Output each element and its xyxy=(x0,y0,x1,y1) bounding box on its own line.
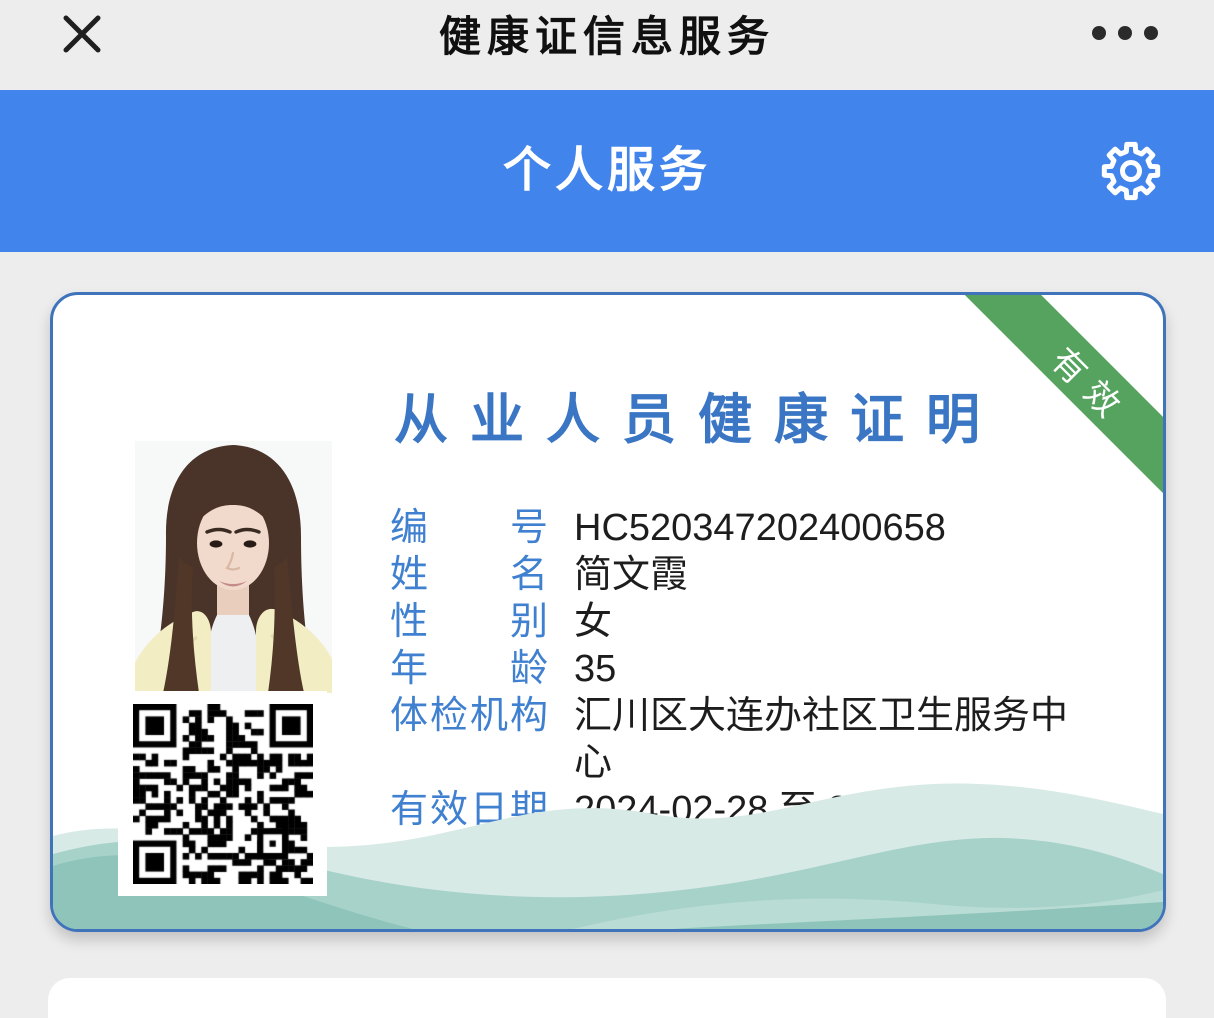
service-banner: 个人服务 xyxy=(0,90,1214,252)
portrait-photo xyxy=(135,441,332,693)
banner-title: 个人服务 xyxy=(0,90,1214,252)
page-title: 健康证信息服务 xyxy=(0,0,1214,74)
topbar: 健康证信息服务 xyxy=(0,0,1214,90)
field-label: 年龄 xyxy=(390,646,548,693)
field-value: HC520347202400658 xyxy=(574,505,1094,552)
next-card-top xyxy=(48,978,1166,1018)
field-row-name: 姓名 简文霞 xyxy=(390,552,1150,599)
qr-code-box xyxy=(118,691,327,896)
field-label: 体检机构 xyxy=(390,693,548,740)
certificate-title: 从业人员健康证明 xyxy=(333,375,1063,454)
field-value: 35 xyxy=(574,646,1094,693)
field-row-age: 年龄 35 xyxy=(390,646,1150,693)
field-label: 性别 xyxy=(390,599,548,646)
qr-code xyxy=(133,704,313,884)
more-menu-icon[interactable] xyxy=(1092,16,1158,50)
field-value: 女 xyxy=(574,599,1094,646)
field-row-gender: 性别 女 xyxy=(390,599,1150,646)
field-label: 编号 xyxy=(390,505,548,552)
gear-icon[interactable] xyxy=(1100,140,1162,202)
field-row-number: 编号 HC520347202400658 xyxy=(390,505,1150,552)
health-certificate-card: 从业人员健康证明 xyxy=(50,292,1166,932)
field-row-institution: 体检机构 汇川区大连办社区卫生服务中心 xyxy=(390,693,1150,787)
field-value: 汇川区大连办社区卫生服务中心 xyxy=(574,693,1094,787)
field-label: 姓名 xyxy=(390,552,548,599)
field-value: 简文霞 xyxy=(574,552,1094,599)
